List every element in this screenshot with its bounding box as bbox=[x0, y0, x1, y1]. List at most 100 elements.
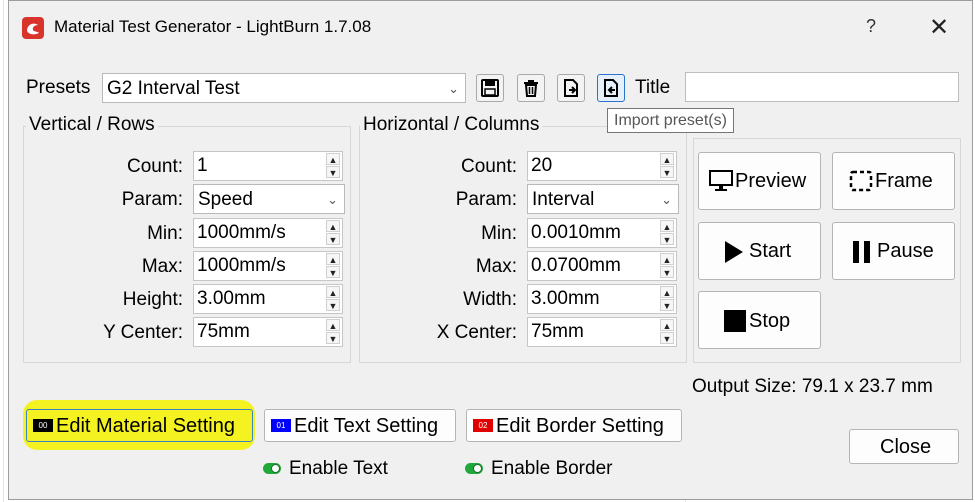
h-width-value: 3.00mm bbox=[531, 288, 600, 309]
edit-border-setting-button[interactable]: 02 Edit Border Setting bbox=[466, 409, 682, 442]
spin-down-icon[interactable]: ▼ bbox=[326, 332, 340, 344]
h-param-select[interactable]: Interval ⌄ bbox=[527, 184, 679, 214]
help-button[interactable]: ? bbox=[866, 16, 876, 37]
v-max-label: Max: bbox=[141, 256, 183, 277]
v-center-label: Y Center: bbox=[103, 322, 183, 343]
spin-up-icon[interactable]: ▲ bbox=[326, 153, 340, 165]
pause-label: Pause bbox=[877, 240, 934, 262]
v-param-label: Param: bbox=[121, 189, 183, 210]
enable-border-label: Enable Border bbox=[491, 458, 613, 479]
close-label: Close bbox=[880, 436, 932, 458]
material-test-dialog: Material Test Generator - LightBurn 1.7.… bbox=[8, 0, 973, 500]
presets-select[interactable]: G2 Interval Test ⌄ bbox=[102, 73, 466, 103]
pause-icon bbox=[853, 241, 870, 263]
spin-down-icon[interactable]: ▼ bbox=[326, 299, 340, 311]
v-center-value: 75mm bbox=[197, 321, 250, 342]
spin-down-icon[interactable]: ▼ bbox=[660, 299, 674, 311]
stop-button[interactable]: Stop bbox=[698, 291, 821, 349]
presets-selected-value: G2 Interval Test bbox=[107, 78, 240, 99]
h-param-value: Interval bbox=[532, 189, 595, 210]
h-width-spinbox[interactable]: 3.00mm ▲ ▼ bbox=[527, 284, 677, 314]
h-count-value: 20 bbox=[531, 155, 553, 176]
start-label: Start bbox=[749, 240, 792, 262]
enable-text-label: Enable Text bbox=[289, 458, 388, 479]
h-max-label: Max: bbox=[475, 256, 517, 277]
close-button[interactable]: Close bbox=[849, 429, 959, 464]
horizontal-columns-title: Horizontal / Columns bbox=[360, 114, 543, 136]
h-center-value: 75mm bbox=[531, 321, 584, 342]
edit-text-label: Edit Text Setting bbox=[294, 415, 439, 437]
import-preset-button[interactable] bbox=[597, 74, 625, 102]
h-center-spinbox[interactable]: 75mm ▲ ▼ bbox=[527, 317, 677, 347]
h-min-spinbox[interactable]: 0.0010mm ▲ ▼ bbox=[527, 218, 677, 248]
spin-down-icon[interactable]: ▼ bbox=[326, 233, 340, 245]
title-bar: Material Test Generator - LightBurn 1.7.… bbox=[9, 1, 972, 53]
stop-label: Stop bbox=[749, 310, 791, 332]
edit-text-setting-button[interactable]: 01 Edit Text Setting bbox=[264, 409, 456, 442]
title-input[interactable] bbox=[685, 72, 959, 102]
spin-down-icon[interactable]: ▼ bbox=[660, 332, 674, 344]
export-icon bbox=[564, 79, 578, 97]
v-count-spinbox[interactable]: 1 ▲ ▼ bbox=[193, 151, 343, 181]
spin-down-icon[interactable]: ▼ bbox=[660, 233, 674, 245]
layer-chip-02: 02 bbox=[473, 419, 493, 432]
v-height-value: 3.00mm bbox=[197, 288, 266, 309]
h-width-label: Width: bbox=[463, 289, 517, 310]
toggle-knob bbox=[473, 464, 482, 473]
preview-label: Preview bbox=[735, 170, 807, 192]
v-min-value: 1000mm/s bbox=[197, 222, 286, 243]
spin-up-icon[interactable]: ▲ bbox=[660, 286, 674, 298]
edit-material-setting-button[interactable]: 00 Edit Material Setting bbox=[26, 409, 253, 442]
export-preset-button[interactable] bbox=[557, 74, 585, 102]
spin-up-icon[interactable]: ▲ bbox=[326, 319, 340, 331]
spin-up-icon[interactable]: ▲ bbox=[326, 220, 340, 232]
window-title: Material Test Generator - LightBurn 1.7.… bbox=[54, 17, 372, 36]
spin-up-icon[interactable]: ▲ bbox=[660, 253, 674, 265]
spin-down-icon[interactable]: ▼ bbox=[326, 266, 340, 278]
edit-border-label: Edit Border Setting bbox=[496, 415, 664, 437]
chevron-down-icon: ⌄ bbox=[448, 81, 459, 96]
v-height-spinbox[interactable]: 3.00mm ▲ ▼ bbox=[193, 284, 343, 314]
stop-icon bbox=[724, 310, 746, 332]
spin-down-icon[interactable]: ▼ bbox=[660, 166, 674, 178]
enable-border-toggle[interactable] bbox=[465, 463, 483, 474]
pause-button[interactable]: Pause bbox=[832, 222, 955, 280]
save-preset-button[interactable] bbox=[476, 74, 504, 102]
h-center-label: X Center: bbox=[436, 322, 517, 343]
spin-up-icon[interactable]: ▲ bbox=[326, 286, 340, 298]
enable-text-toggle[interactable] bbox=[263, 463, 281, 474]
layer-chip-01: 01 bbox=[271, 419, 291, 432]
spin-up-icon[interactable]: ▲ bbox=[660, 153, 674, 165]
chevron-down-icon: ⌄ bbox=[327, 192, 338, 207]
spin-up-icon[interactable]: ▲ bbox=[660, 220, 674, 232]
v-count-label: Count: bbox=[127, 156, 183, 177]
frame-label: Frame bbox=[875, 170, 933, 192]
layer-chip-00: 00 bbox=[33, 419, 53, 432]
v-max-spinbox[interactable]: 1000mm/s ▲ ▼ bbox=[193, 251, 343, 281]
h-count-label: Count: bbox=[461, 156, 517, 177]
v-count-value: 1 bbox=[197, 155, 208, 176]
spin-down-icon[interactable]: ▼ bbox=[326, 166, 340, 178]
trash-icon bbox=[524, 80, 538, 97]
delete-preset-button[interactable] bbox=[517, 74, 545, 102]
v-center-spinbox[interactable]: 75mm ▲ ▼ bbox=[193, 317, 343, 347]
preview-button[interactable]: Preview bbox=[698, 152, 821, 210]
frame-icon bbox=[849, 170, 873, 192]
start-button[interactable]: Start bbox=[698, 222, 821, 280]
spin-up-icon[interactable]: ▲ bbox=[326, 253, 340, 265]
h-min-value: 0.0010mm bbox=[531, 222, 621, 243]
lightburn-logo-icon bbox=[22, 17, 44, 39]
edit-material-label: Edit Material Setting bbox=[56, 415, 235, 437]
v-param-select[interactable]: Speed ⌄ bbox=[193, 184, 345, 214]
h-max-spinbox[interactable]: 0.0700mm ▲ ▼ bbox=[527, 251, 677, 281]
import-preset-tooltip: Import preset(s) bbox=[607, 108, 734, 133]
h-count-spinbox[interactable]: 20 ▲ ▼ bbox=[527, 151, 677, 181]
spin-up-icon[interactable]: ▲ bbox=[660, 319, 674, 331]
v-min-spinbox[interactable]: 1000mm/s ▲ ▼ bbox=[193, 218, 343, 248]
v-max-value: 1000mm/s bbox=[197, 255, 286, 276]
toggle-knob bbox=[271, 464, 280, 473]
frame-button[interactable]: Frame bbox=[832, 152, 955, 210]
v-param-value: Speed bbox=[198, 189, 253, 210]
close-window-button[interactable]: ✕ bbox=[929, 13, 949, 42]
spin-down-icon[interactable]: ▼ bbox=[660, 266, 674, 278]
